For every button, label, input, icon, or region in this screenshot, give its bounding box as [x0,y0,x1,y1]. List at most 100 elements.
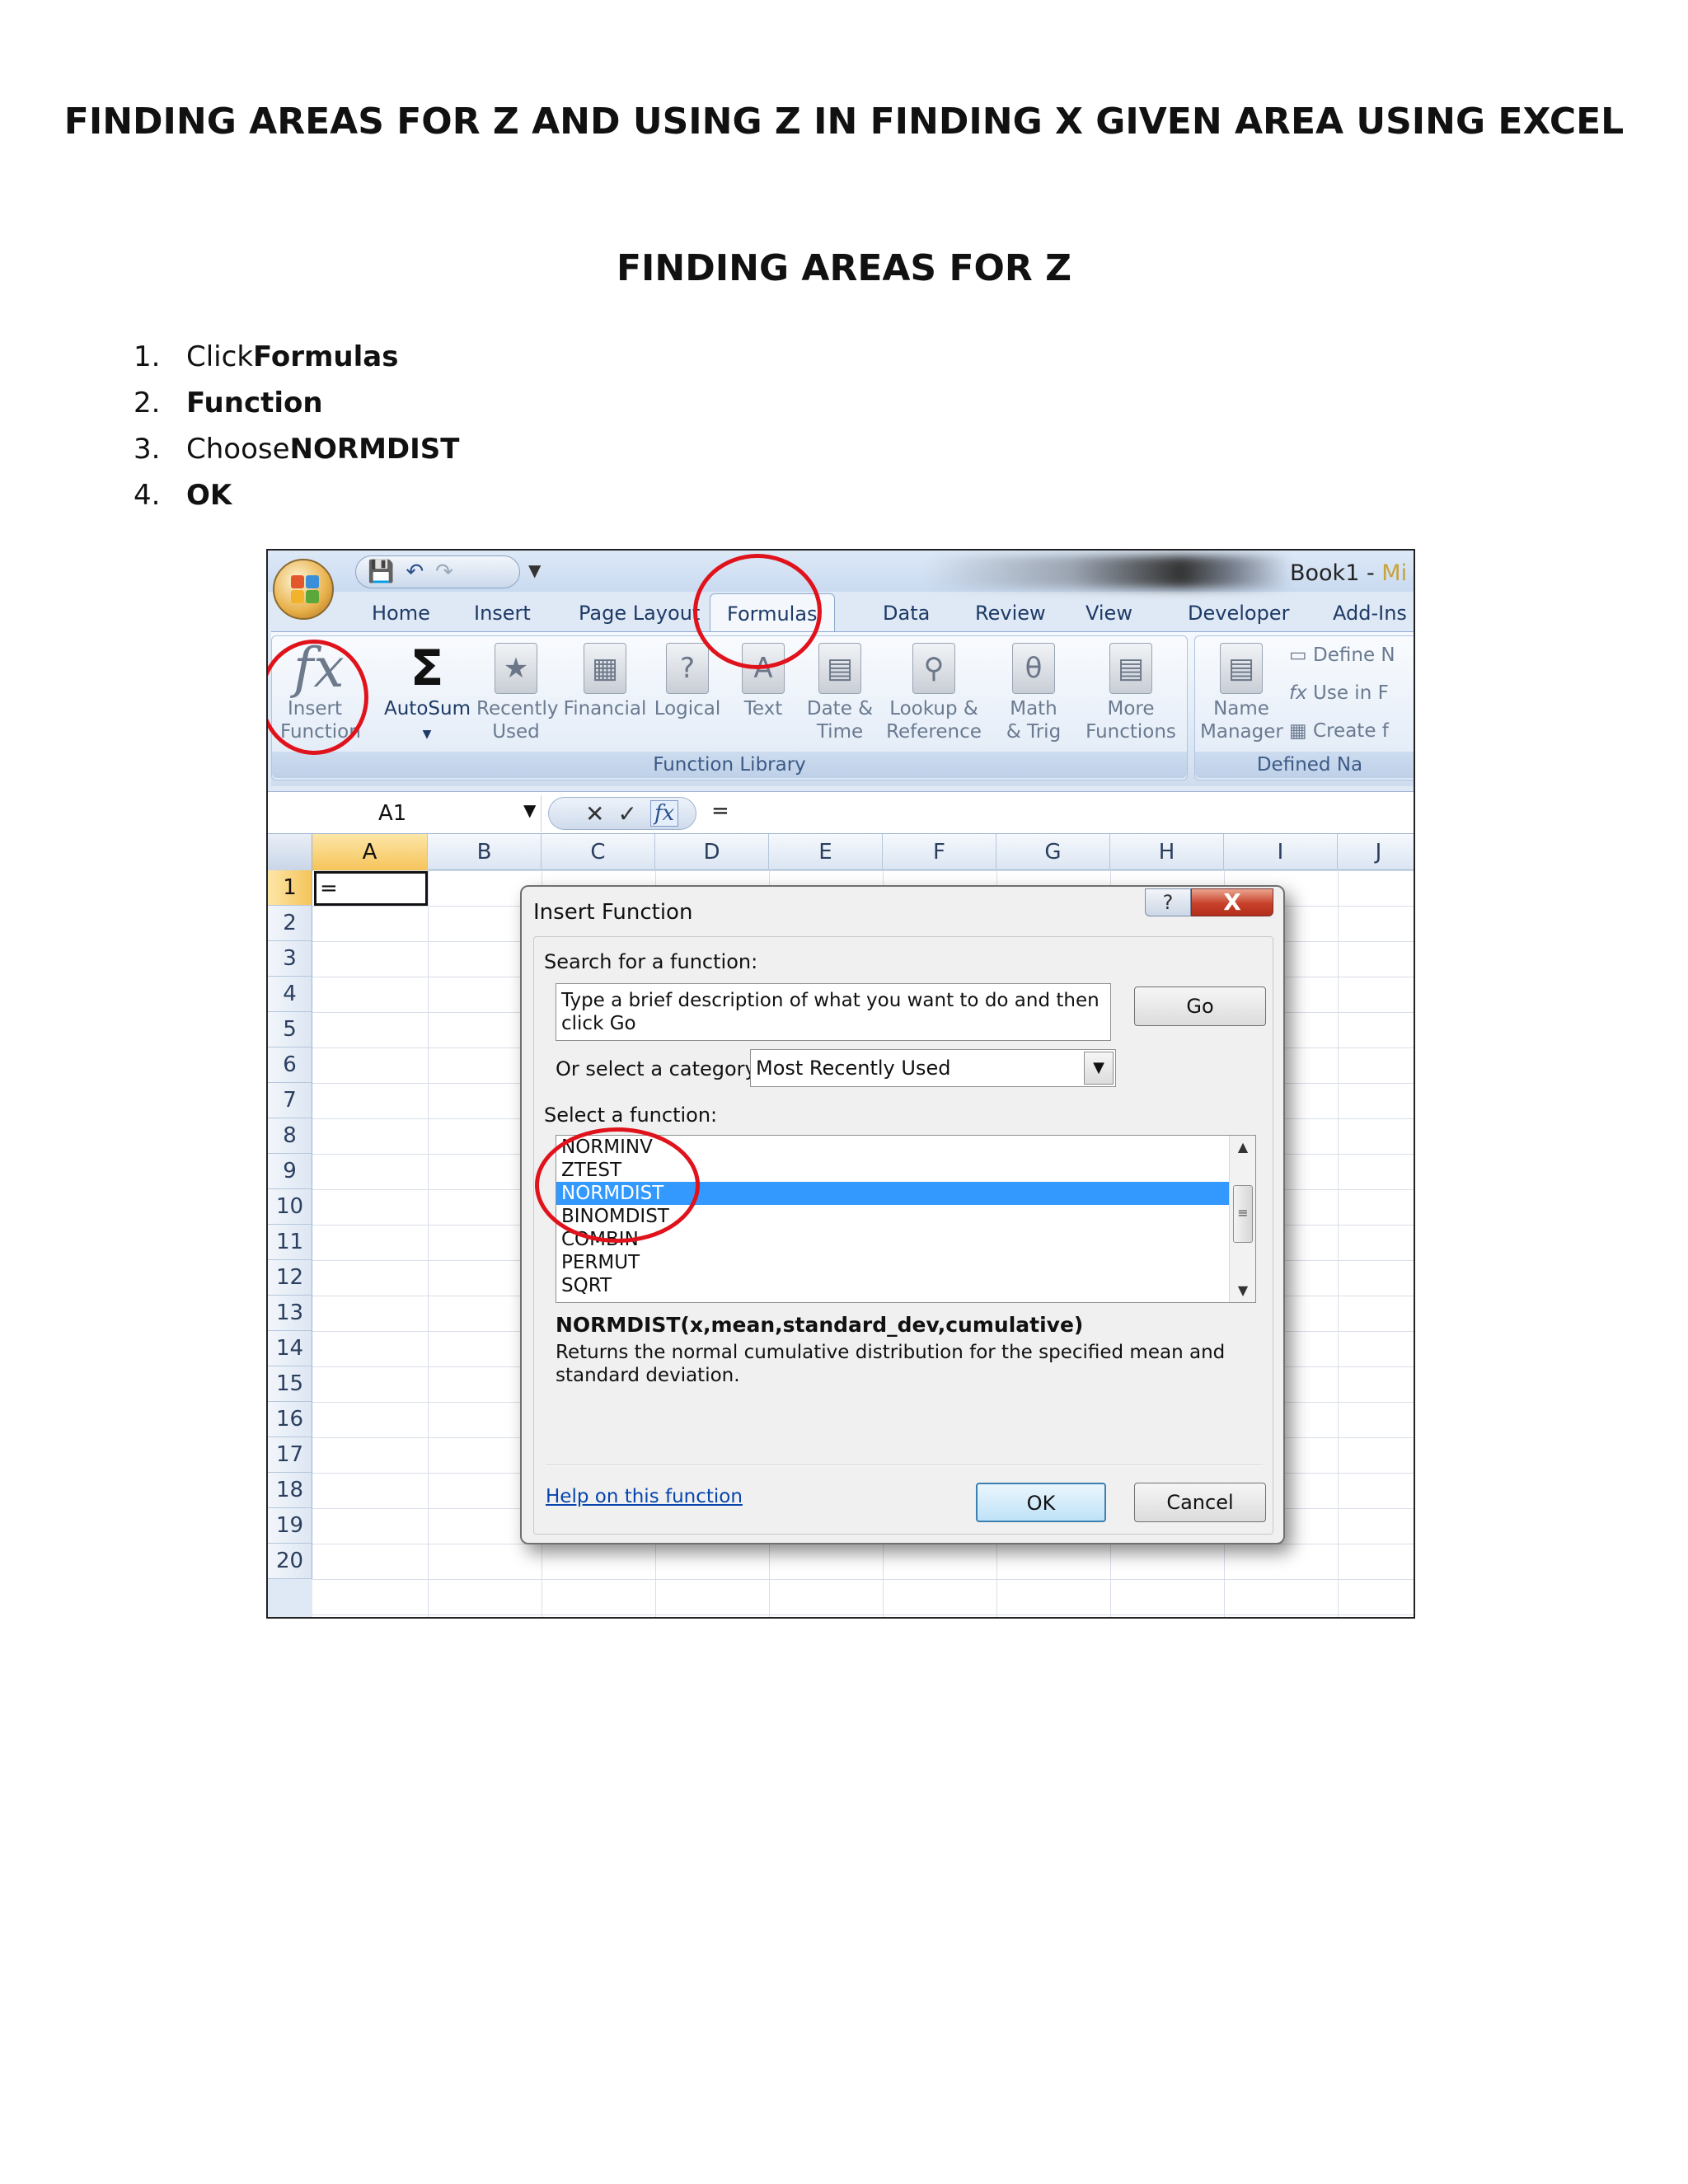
create-from-selection-button[interactable]: ▦ Create f [1289,720,1389,742]
step-item: 4. OK [134,479,232,512]
autosum-button[interactable]: Σ AutoSum ▼ [384,643,471,746]
row-header[interactable]: 16 [268,1402,312,1437]
office-button[interactable] [273,559,334,620]
row-header[interactable]: 18 [268,1473,312,1508]
fx-small-icon: fx [1289,682,1307,704]
name-manager-button[interactable]: ▤ Name Manager [1200,643,1283,743]
office-logo-icon [291,575,319,603]
row-header[interactable]: 12 [268,1260,312,1296]
book-magnifier-icon: ⚲ [912,643,955,694]
steps-list: 1.Click ​Formulas 2.Function 3.Choose ​N… [134,334,459,518]
list-item[interactable]: PERMUT [556,1251,1229,1274]
active-cell-a1[interactable]: = [314,871,428,906]
category-select[interactable]: Most Recently Used ▼ [750,1049,1116,1087]
column-header[interactable]: H [1110,834,1224,870]
help-button[interactable]: ? [1145,888,1191,916]
row-header[interactable]: 5 [268,1012,312,1047]
column-header[interactable]: A [312,834,428,870]
row-header[interactable]: 6 [268,1047,312,1083]
column-header[interactable]: I [1224,834,1338,870]
row-header[interactable]: 19 [268,1508,312,1544]
logical-button[interactable]: ? Logical [651,643,724,720]
insert-function-fx-icon[interactable]: fx [649,800,679,827]
scroll-thumb[interactable]: ≡ [1233,1185,1253,1243]
math-trig-button[interactable]: θ Math & Trig [994,643,1073,743]
tag-icon: ▭ [1289,644,1307,666]
blurred-region [927,555,1290,588]
name-box[interactable]: A1 [268,795,542,832]
annotation-circle-formulas [693,554,822,669]
scroll-down-icon[interactable]: ▼ [1230,1279,1255,1302]
undo-icon[interactable]: ↶ [406,560,424,584]
tab-view[interactable]: View [1085,602,1132,625]
row-header[interactable]: 10 [268,1189,312,1225]
row-header[interactable]: 1 [268,870,312,906]
section-title: FINDING AREAS FOR Z [616,247,1072,289]
column-header[interactable]: F [883,834,996,870]
step-item: 1.Click ​Formulas [134,340,399,373]
ribbon: fx Insert Function Σ AutoSum ▼ ★ Recentl… [271,631,1414,786]
column-header[interactable]: J [1338,834,1414,870]
tab-page-layout[interactable]: Page Layout [579,602,700,625]
close-button[interactable]: X [1191,888,1273,916]
select-all-corner[interactable] [268,834,312,870]
enter-check-icon[interactable]: ✓ [617,800,636,827]
row-header[interactable]: 7 [268,1083,312,1118]
column-header[interactable]: B [428,834,542,870]
column-header[interactable]: D [655,834,769,870]
quick-access-buttons: 💾 ↶ ↷ [355,555,520,588]
grid-icon: ▦ [1289,720,1307,742]
search-input[interactable]: Type a brief description of what you wan… [556,983,1111,1041]
tab-review[interactable]: Review [975,602,1046,625]
chevron-down-icon[interactable]: ▼ [1084,1052,1114,1085]
scroll-up-icon[interactable]: ▲ [1230,1136,1255,1159]
formula-input[interactable]: = [711,799,729,823]
row-header[interactable]: 15 [268,1366,312,1402]
tab-insert[interactable]: Insert [474,602,531,625]
list-scrollbar[interactable]: ▲ ≡ ▼ [1229,1136,1255,1302]
customize-toolbar-icon[interactable]: ▼ [528,560,541,580]
row-header[interactable]: 3 [268,941,312,977]
more-functions-button[interactable]: ▤ More Functions [1080,643,1182,743]
recently-used-button[interactable]: ★ Recently Used [476,643,559,743]
column-header[interactable]: E [769,834,883,870]
define-name-button[interactable]: ▭ Define N [1289,644,1395,666]
dialog-title: Insert Function [533,900,693,925]
ribbon-tabs: Home Insert Page Layout Formulas Data Re… [268,593,1414,633]
tab-developer[interactable]: Developer [1188,602,1289,625]
chevron-down-icon[interactable]: ▼ [523,800,536,820]
row-header[interactable]: 4 [268,977,312,1012]
financial-button[interactable]: ▦ Financial [562,643,648,720]
divider [546,1465,1263,1466]
redo-icon[interactable]: ↷ [435,560,453,584]
list-item[interactable]: SQRT [556,1274,1229,1297]
row-header[interactable]: 13 [268,1296,312,1331]
save-icon[interactable]: 💾 [368,560,394,584]
use-in-formula-button[interactable]: fx Use in F [1289,682,1389,704]
row-header[interactable]: 2 [268,906,312,941]
excel-screenshot: 💾 ↶ ↷ ▼ Book1 - Mi Home Insert Page Layo… [266,549,1415,1619]
help-on-function-link[interactable]: Help on this function [546,1486,743,1507]
function-syntax: NORMDIST(x,mean,standard_dev,cumulative) [556,1313,1084,1337]
go-button[interactable]: Go [1134,987,1266,1026]
cancel-entry-icon[interactable]: ✕ [585,800,604,827]
tab-home[interactable]: Home [372,602,430,625]
cancel-button[interactable]: Cancel [1134,1483,1266,1522]
ok-button[interactable]: OK [976,1483,1106,1522]
name-manager-icon: ▤ [1220,643,1263,694]
row-header[interactable]: 14 [268,1331,312,1366]
row-header[interactable]: 20 [268,1544,312,1579]
column-header[interactable]: C [542,834,655,870]
column-header[interactable]: G [996,834,1110,870]
formula-buttons: ✕ ✓ fx [548,797,696,830]
tab-data[interactable]: Data [883,602,930,625]
tab-add-ins[interactable]: Add-Ins [1333,602,1407,625]
row-header[interactable]: 8 [268,1118,312,1154]
lookup-reference-button[interactable]: ⚲ Lookup & Reference [882,643,986,743]
row-header[interactable]: 11 [268,1225,312,1260]
row-header[interactable]: 17 [268,1437,312,1473]
row-header[interactable]: 9 [268,1154,312,1189]
date-time-button[interactable]: ▤ Date & Time [803,643,877,743]
annotation-circle-normdist [535,1127,700,1243]
book-star-icon: ★ [495,643,537,694]
